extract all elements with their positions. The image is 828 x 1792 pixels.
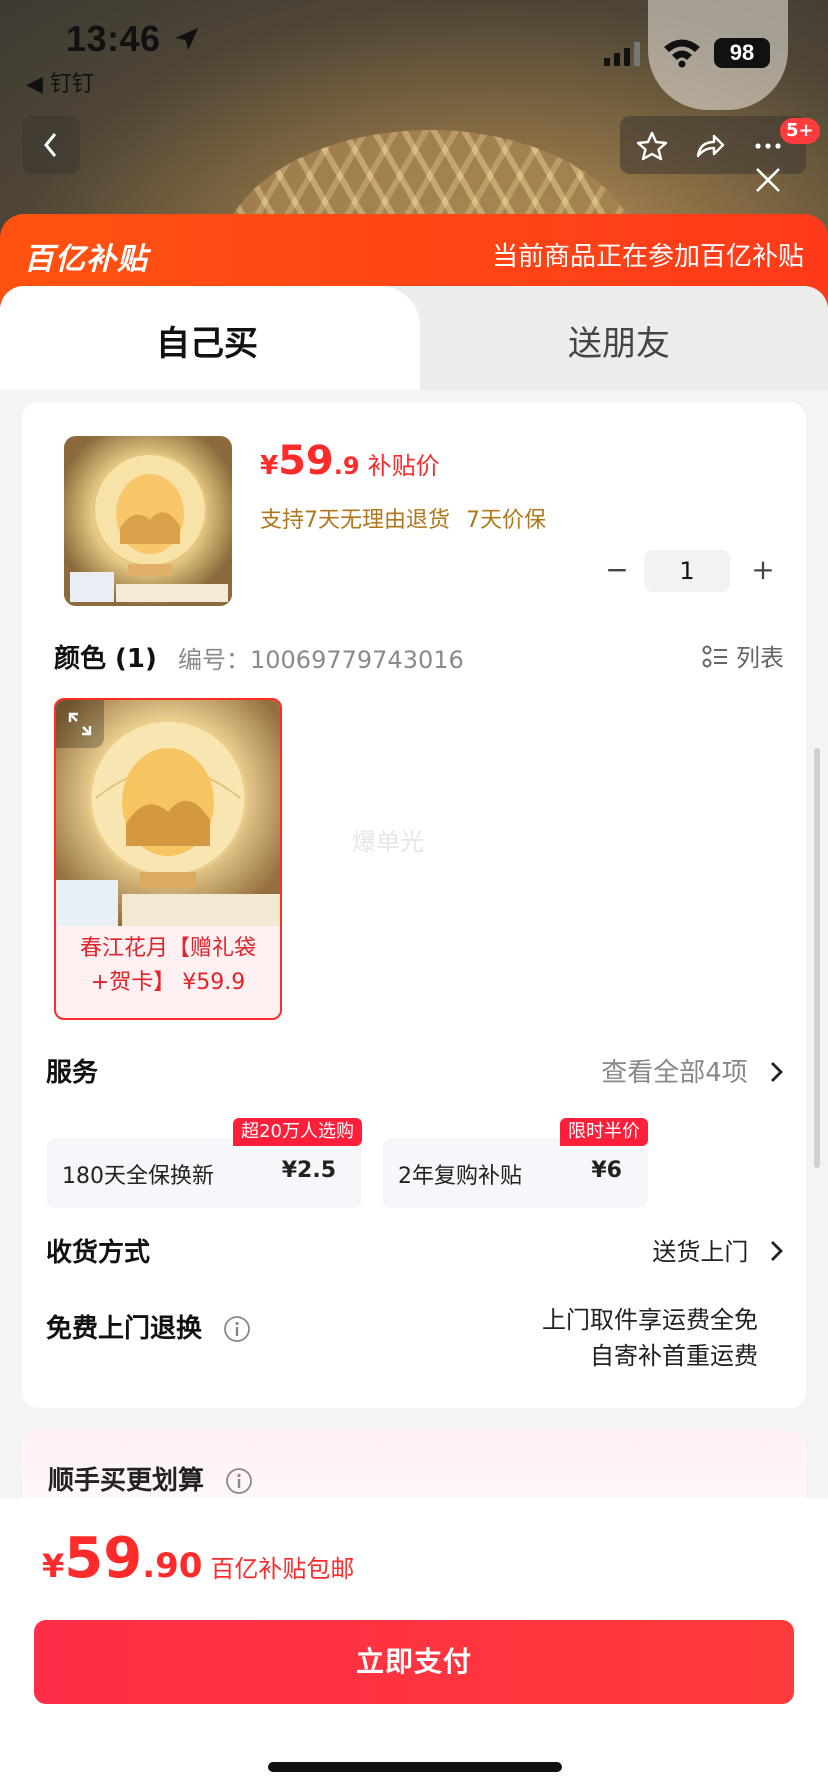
notification-badge: 5+ (780, 118, 820, 144)
status-bar: 13:46 ◀ 钉钉 98 (0, 0, 828, 100)
checkout-bar: ¥59.90 百亿补贴包邮 立即支付 (0, 1498, 828, 1792)
chevron-right-icon (771, 1241, 783, 1261)
pay-now-button[interactable]: 立即支付 (34, 1620, 794, 1704)
product-price: ¥59.9 补贴价 (260, 438, 440, 484)
free-return-line-2: 自寄补首重运费 (590, 1342, 758, 1370)
upsell-title: 顺手买更划算 (48, 1466, 205, 1496)
home-indicator (268, 1762, 562, 1772)
price-integer: 59 (278, 438, 334, 484)
service-flag: 超20万人选购 (233, 1118, 362, 1146)
delivery-method-value: 送货上门 (652, 1238, 749, 1266)
price-decimal: .9 (333, 452, 360, 480)
free-return-line-1: 上门取件享运费全免 (542, 1306, 758, 1334)
list-view-button[interactable]: 列表 (702, 638, 784, 673)
subsidy-message: 当前商品正在参加百亿补贴 (491, 242, 804, 272)
service-promises: 支持7天无理由退货 7天价保 (260, 502, 562, 534)
free-return-title: 免费上门退换 (46, 1314, 203, 1344)
quantity-stepper: − 1 + (600, 550, 780, 592)
service-option-warranty[interactable]: 超20万人选购 180天全保换新 ¥2.5 (46, 1118, 362, 1208)
subsidy-logo: 百亿补贴 (24, 242, 148, 277)
view-all-services-label: 查看全部4项 (601, 1058, 748, 1088)
delivery-method-row[interactable]: 收货方式 送货上门 (46, 1232, 786, 1272)
chevron-left-icon (44, 133, 57, 157)
service-flag: 限时半价 (560, 1118, 648, 1146)
total-integer: 59 (64, 1526, 143, 1591)
star-favorite-icon[interactable] (636, 130, 668, 162)
total-decimal: .90 (142, 1546, 203, 1586)
promise-return: 支持7天无理由退货 (260, 508, 450, 533)
share-icon[interactable] (694, 130, 726, 162)
free-return-title-wrap: 免费上门退换 (46, 1308, 251, 1345)
list-icon (702, 645, 727, 668)
battery-indicator: 98 (714, 38, 770, 68)
info-icon[interactable] (225, 1467, 253, 1495)
delivery-method-value-wrap: 送货上门 (652, 1232, 786, 1267)
expand-icon (68, 712, 92, 736)
scrollbar[interactable] (814, 748, 820, 1168)
purchase-tabs: 自己买 送朋友 (0, 286, 828, 390)
service-option-repurchase[interactable]: 限时半价 2年复购补贴 ¥6 (382, 1118, 648, 1208)
delivery-method-title: 收货方式 (46, 1238, 151, 1268)
chevron-right-icon (771, 1062, 783, 1082)
close-icon[interactable] (752, 164, 784, 196)
total-note: 百亿补贴包邮 (210, 1555, 355, 1583)
services-header: 服务 查看全部4项 (46, 1048, 786, 1098)
variant-label: 春江花月【赠礼袋+贺卡】 ¥59.9 (79, 936, 256, 995)
product-card: ¥59.9 补贴价 支持7天无理由退货 7天价保 − 1 + 颜色 (1) 编号：1… (22, 402, 806, 1408)
color-option-selected[interactable]: 春江花月【赠礼袋+贺卡】 ¥59.9 (54, 698, 282, 1020)
more-options-icon[interactable] (752, 130, 784, 162)
service-name: 2年复购补贴 (398, 1164, 522, 1189)
service-price: ¥6 (591, 1158, 622, 1183)
location-arrow-icon (175, 27, 199, 51)
increase-button[interactable]: + (746, 550, 780, 592)
price-symbol: ¥ (260, 451, 279, 481)
color-label: 颜色 (1) (54, 644, 157, 674)
tab-gift-friend[interactable]: 送朋友 (568, 316, 670, 365)
status-time: 13:46 (66, 18, 161, 59)
color-selector-header: 颜色 (1) 编号：10069779743016 列表 (54, 638, 784, 678)
services-title: 服务 (46, 1058, 99, 1088)
service-name: 180天全保换新 (62, 1164, 214, 1189)
free-return-details: 上门取件享运费全免 自寄补首重运费 (542, 1302, 758, 1374)
expand-image-button[interactable] (56, 700, 104, 748)
cellular-signal-icon (604, 42, 640, 66)
quantity-input[interactable]: 1 (644, 550, 730, 592)
price-tag: 补贴价 (367, 452, 440, 480)
list-view-label: 列表 (736, 644, 784, 672)
upsell-title-wrap: 顺手买更划算 (48, 1460, 253, 1497)
total-price: ¥59.90 百亿补贴包邮 (42, 1526, 354, 1591)
watermark-text: 爆单光 (352, 828, 424, 856)
wifi-icon (664, 39, 700, 68)
product-thumbnail (64, 436, 232, 606)
tab-buy-self[interactable]: 自己买 (156, 316, 258, 365)
back-button[interactable] (22, 116, 80, 174)
free-return-row: 免费上门退换 上门取件享运费全免 自寄补首重运费 (46, 1302, 786, 1382)
sku-number: 编号：10069779743016 (178, 646, 464, 674)
info-icon[interactable] (223, 1315, 251, 1343)
view-all-services-link[interactable]: 查看全部4项 (601, 1052, 786, 1089)
decrease-button[interactable]: − (600, 550, 634, 592)
back-to-app-link[interactable]: ◀ 钉钉 (26, 66, 94, 98)
promise-price-protect: 7天价保 (466, 508, 546, 533)
service-price: ¥2.5 (281, 1158, 336, 1183)
total-symbol: ¥ (42, 1547, 65, 1585)
